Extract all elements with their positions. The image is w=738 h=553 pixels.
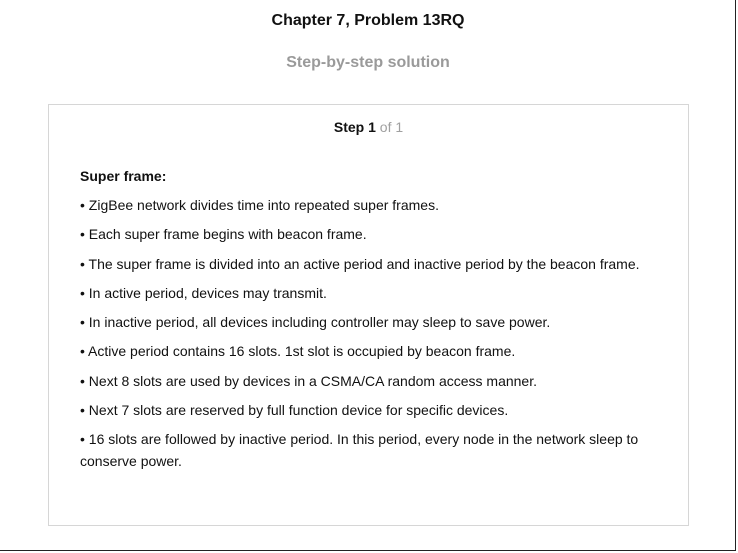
list-item: • Each super frame begins with beacon fr…	[80, 226, 367, 243]
bullet-list: • ZigBee network divides time into repea…	[80, 194, 665, 472]
list-item: • In active period, devices may transmit…	[80, 284, 327, 301]
list-item: • In inactive period, all devices includ…	[80, 314, 551, 331]
list-item: • Next 7 slots are reserved by full func…	[80, 402, 509, 419]
list-item: • Next 8 slots are used by devices in a …	[80, 372, 537, 389]
solution-page: Chapter 7, Problem 13RQ Step-by-step sol…	[0, 0, 736, 551]
list-item: • ZigBee network divides time into repea…	[80, 197, 439, 213]
list-item: • Active period contains 16 slots. 1st s…	[80, 343, 516, 360]
step-number: 1	[368, 119, 376, 135]
list-item: • The super frame is divided into an act…	[80, 255, 640, 272]
step-card: Step 1 of 1 Super frame: • ZigBee networ…	[48, 104, 689, 526]
step-body: Super frame: • ZigBee network divides ti…	[80, 165, 665, 480]
chapter-title: Chapter 7, Problem 13RQ	[271, 12, 465, 29]
section-heading: Super frame:	[80, 168, 167, 184]
step-total: of 1	[379, 119, 404, 135]
step-header: Step 1 of 1	[49, 119, 688, 135]
list-item: • 16 slots are followed by inactive peri…	[80, 431, 639, 470]
solution-subtitle: Step-by-step solution	[286, 54, 450, 71]
step-label: Step	[333, 119, 365, 135]
